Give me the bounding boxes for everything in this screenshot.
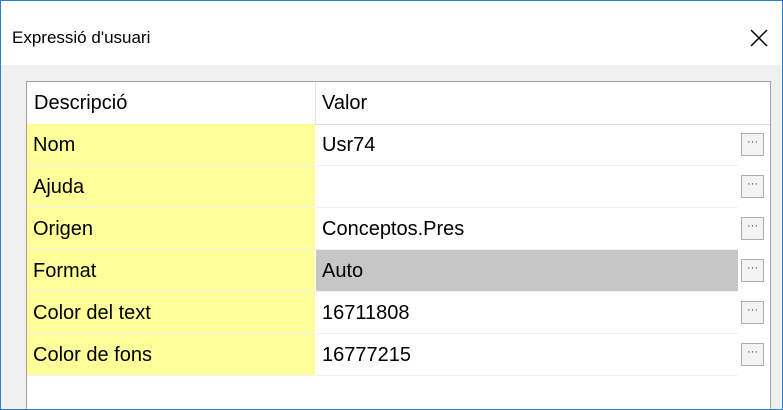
ellipsis-button[interactable]: ···	[741, 217, 764, 240]
property-label: Color de fons	[27, 334, 315, 376]
property-row-color-text[interactable]: Color del text 16711808 ···	[27, 292, 770, 334]
property-value[interactable]: 16711808	[316, 292, 738, 334]
close-button[interactable]	[744, 23, 774, 53]
property-label: Ajuda	[27, 166, 315, 208]
property-row-nom[interactable]: Nom Usr74 ···	[27, 124, 770, 166]
grid-header: Descripció Valor	[27, 82, 770, 125]
ellipsis-button[interactable]: ···	[741, 175, 764, 198]
header-value: Valor	[322, 92, 368, 114]
property-value[interactable]: 16777215	[316, 334, 738, 376]
header-separator	[315, 82, 316, 124]
property-row-color-fons[interactable]: Color de fons 16777215 ···	[27, 334, 770, 376]
dialog-window: Expressió d'usuari Descripció Valor Nom …	[0, 0, 783, 410]
ellipsis-button[interactable]: ···	[741, 259, 764, 282]
property-label: Color del text	[27, 292, 315, 334]
ellipsis-button[interactable]: ···	[741, 343, 764, 366]
title-bar: Expressió d'usuari	[1, 1, 782, 65]
property-value[interactable]: Conceptos.Pres	[316, 208, 738, 250]
window-title: Expressió d'usuari	[12, 28, 151, 47]
close-icon	[750, 29, 768, 47]
ellipsis-button[interactable]: ···	[741, 133, 764, 156]
property-label: Origen	[27, 208, 315, 250]
ellipsis-button[interactable]: ···	[741, 301, 764, 324]
property-row-origen[interactable]: Origen Conceptos.Pres ···	[27, 208, 770, 250]
property-label: Nom	[27, 124, 315, 166]
property-value[interactable]: Usr74	[316, 124, 738, 166]
header-description: Descripció	[34, 92, 128, 114]
property-value-selected[interactable]: Auto	[316, 250, 738, 292]
property-row-ajuda[interactable]: Ajuda ···	[27, 166, 770, 208]
property-label: Format	[27, 250, 315, 292]
property-grid: Descripció Valor Nom Usr74 ··· Ajuda ···…	[26, 81, 771, 409]
property-value[interactable]	[316, 166, 738, 208]
property-row-format[interactable]: Format Auto ···	[27, 250, 770, 292]
